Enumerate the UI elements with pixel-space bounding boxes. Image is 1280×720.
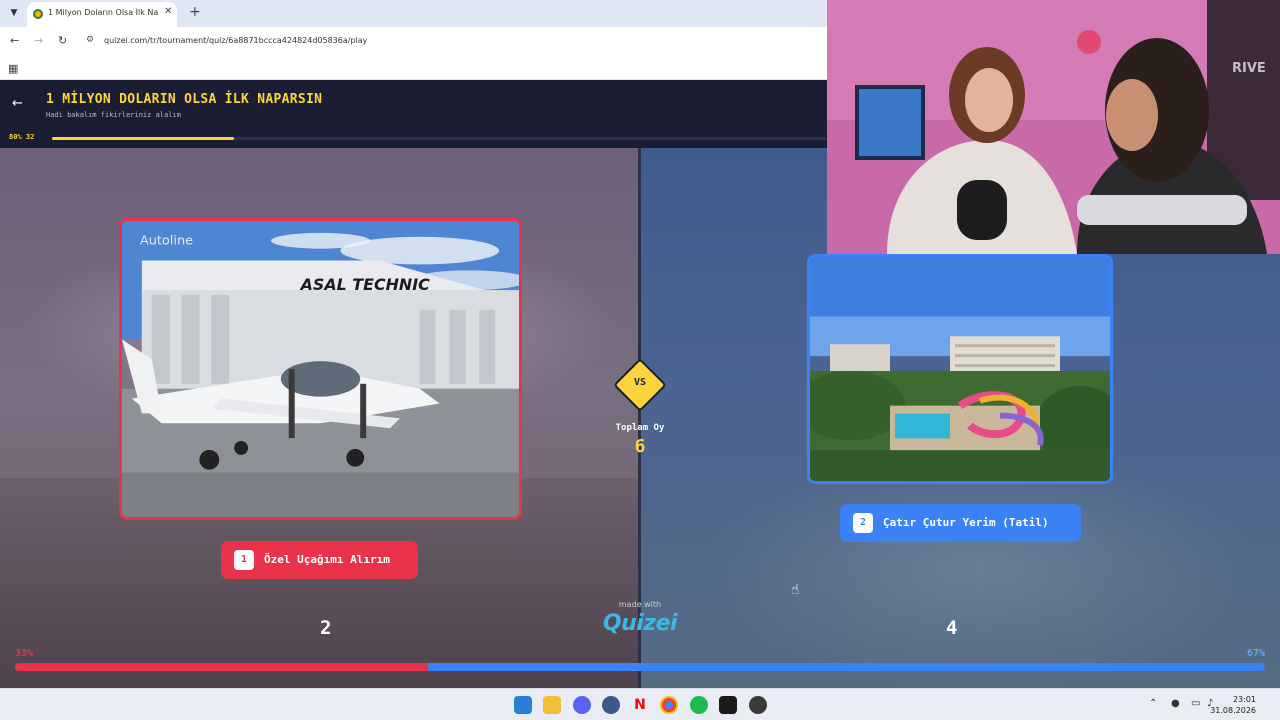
option-1-button[interactable]: 1 Özel Uçağımı Alırım bbox=[221, 541, 418, 579]
netflix-icon[interactable]: N bbox=[631, 696, 649, 714]
round-label: 80% 32 bbox=[9, 133, 35, 141]
browser-tab-bar: ▼ 1 Milyon Doların Olsa İlk Napar ✕ + bbox=[0, 0, 827, 27]
quiz-subtitle: Hadi bakalım fikirleriniz alalım bbox=[46, 111, 181, 119]
browser-tab[interactable]: 1 Milyon Doların Olsa İlk Napar ✕ bbox=[27, 2, 177, 27]
system-clock[interactable]: 23:01 31.08.2026 bbox=[1210, 694, 1256, 716]
hangar-sign-text: ASAL TECHNIC bbox=[299, 275, 430, 294]
tab-title: 1 Milyon Doların Olsa İlk Napar bbox=[48, 8, 158, 17]
total-votes-label: Toplam Oy bbox=[615, 423, 665, 433]
browser-toolbar: ← → ↻ ⚙ quizei.com/tr/tournament/quiz/6a… bbox=[0, 27, 827, 55]
option-1-label: Özel Uçağımı Alırım bbox=[264, 553, 390, 566]
new-tab-icon[interactable]: + bbox=[189, 4, 201, 20]
total-votes-value: 6 bbox=[634, 436, 646, 457]
reload-icon[interactable]: ↻ bbox=[58, 34, 67, 47]
quizei-logo[interactable]: Quizei bbox=[590, 611, 690, 636]
terminal-app-icon[interactable] bbox=[719, 696, 737, 714]
vote-share-left-fill bbox=[15, 663, 428, 671]
back-icon[interactable]: ← bbox=[10, 34, 19, 47]
bookmarks-bar: ▦ bbox=[0, 55, 827, 80]
clock-time: 23:01 bbox=[1232, 695, 1256, 704]
spotify-icon[interactable] bbox=[690, 696, 708, 714]
chrome-icon[interactable] bbox=[660, 696, 678, 714]
vote-share-bar bbox=[15, 663, 1265, 671]
windows-taskbar: N ⌃ ● ▭ ♪ 23:01 31.08.2026 bbox=[0, 688, 1280, 720]
option-1-vote-count: 2 bbox=[320, 617, 332, 639]
round-progress-track bbox=[52, 137, 827, 140]
option-2-button[interactable]: 2 Çatır Çutur Yerim (Tatil) bbox=[840, 504, 1081, 542]
tray-overflow-icon[interactable]: ⌃ bbox=[1149, 698, 1157, 709]
microphone-icon[interactable]: ● bbox=[1171, 698, 1180, 709]
discord-icon[interactable] bbox=[573, 696, 591, 714]
mouse-cursor-icon: ☝ bbox=[791, 582, 800, 598]
webcam-overlay: RIVE bbox=[827, 0, 1280, 254]
back-arrow-icon[interactable]: ← bbox=[12, 96, 23, 111]
option-2-image[interactable] bbox=[807, 254, 1113, 484]
option-1-percent: 33% bbox=[15, 648, 34, 659]
address-bar[interactable]: ⚙ quizei.com/tr/tournament/quiz/6a8871bc… bbox=[82, 31, 822, 51]
forward-icon[interactable]: → bbox=[34, 34, 43, 47]
vs-label: VS bbox=[633, 377, 647, 388]
close-tab-icon[interactable]: ✕ bbox=[164, 6, 172, 17]
screen: ▼ 1 Milyon Doların Olsa İlk Napar ✕ + ← … bbox=[0, 0, 1280, 720]
site-favicon-icon bbox=[33, 9, 43, 19]
option-2-label: Çatır Çutur Yerim (Tatil) bbox=[883, 516, 1049, 529]
image-watermark-text: Autoline bbox=[140, 234, 193, 249]
option-2-vote-count: 4 bbox=[946, 617, 958, 639]
network-icon[interactable]: ▭ bbox=[1191, 698, 1200, 709]
clock-date: 31.08.2026 bbox=[1210, 706, 1256, 715]
obs-icon[interactable] bbox=[749, 696, 767, 714]
made-with-label: made with bbox=[618, 600, 662, 609]
option-1-number: 1 bbox=[234, 550, 254, 570]
tab-list-dropdown-icon[interactable]: ▼ bbox=[7, 6, 21, 20]
option-2-percent: 67% bbox=[1246, 648, 1265, 659]
app-icon[interactable] bbox=[602, 696, 620, 714]
option-1-image[interactable]: ASAL TECHNIC Autoline bbox=[119, 218, 522, 520]
file-explorer-icon[interactable] bbox=[543, 696, 561, 714]
url-text[interactable]: quizei.com/tr/tournament/quiz/6a8871bccc… bbox=[104, 36, 367, 45]
apps-grid-icon[interactable]: ▦ bbox=[8, 62, 18, 75]
site-info-icon[interactable]: ⚙ bbox=[86, 35, 94, 45]
round-progress-fill bbox=[52, 137, 235, 140]
webcam-overlay-text: RIVE bbox=[1232, 61, 1266, 76]
option-2-number: 2 bbox=[853, 513, 873, 533]
windows-start-icon[interactable] bbox=[514, 696, 532, 714]
quiz-title: 1 MİLYON DOLARIN OLSA İLK NAPARSIN bbox=[46, 92, 323, 107]
